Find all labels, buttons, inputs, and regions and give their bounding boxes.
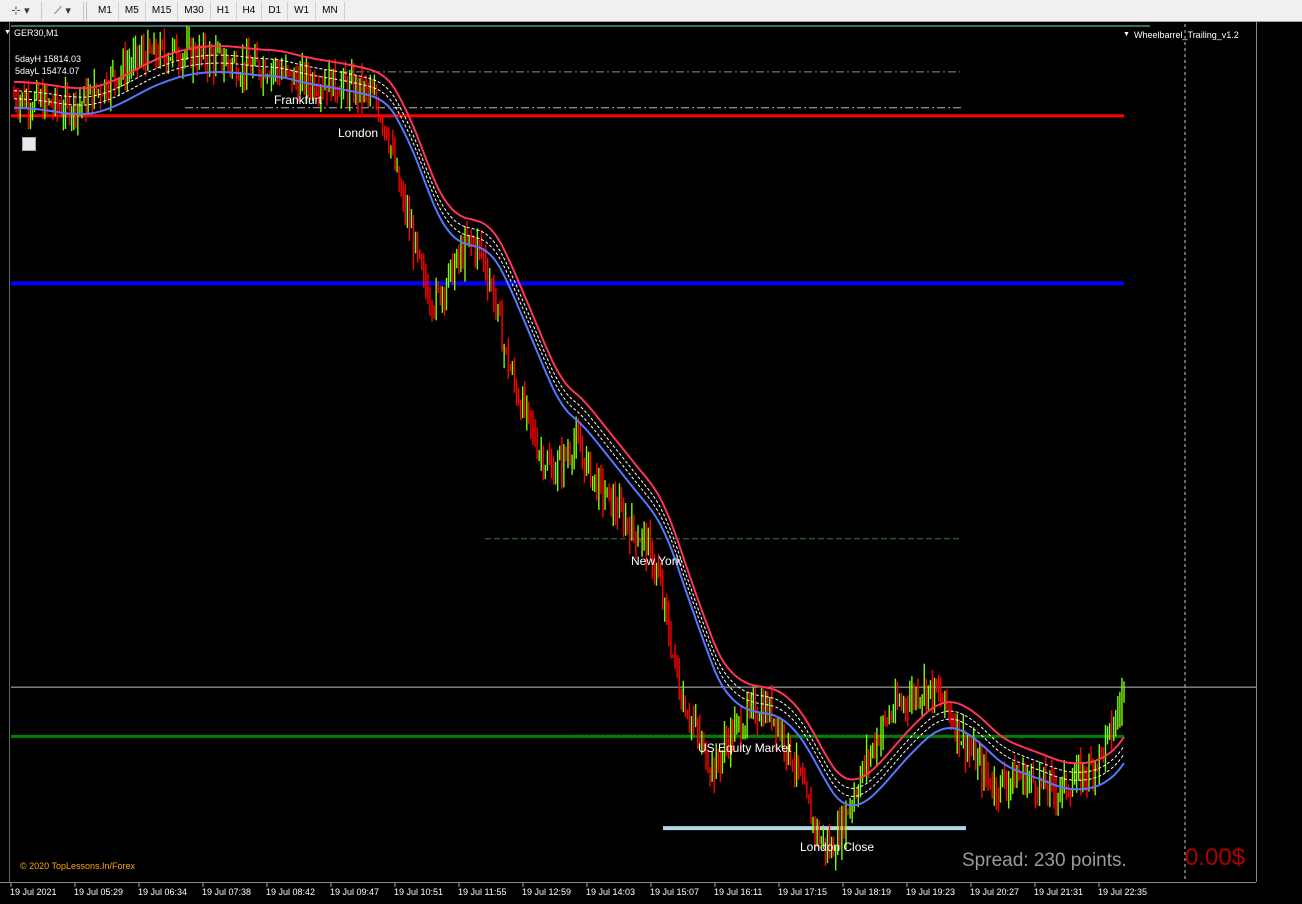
session-label-us-equity: US Equity Market xyxy=(698,741,792,755)
session-label-london-close: London Close xyxy=(800,840,875,854)
timeframe-button-d1[interactable]: D1 xyxy=(262,1,289,20)
price-bars xyxy=(13,25,1125,871)
timeframe-button-h4[interactable]: H4 xyxy=(237,1,263,20)
chart-left-edge xyxy=(0,22,10,882)
mid-band-upper-line xyxy=(13,54,1125,789)
expert-menu-icon[interactable]: ▼ xyxy=(1123,31,1130,38)
timeframe-button-m1[interactable]: M1 xyxy=(92,1,119,20)
mid-band-lower-line xyxy=(13,62,1125,797)
price-chart-svg[interactable]: 15455.7015439.2015422.2015405.7015388.70… xyxy=(0,22,1302,904)
crosshair-icon[interactable]: ⊹ ▾ xyxy=(0,1,42,20)
session-label-london: London xyxy=(338,126,379,140)
timeframe-button-h1[interactable]: H1 xyxy=(211,1,237,20)
symbol-menu-icon[interactable]: ▼ xyxy=(4,29,11,36)
timeframe-button-m15[interactable]: M15 xyxy=(146,1,179,20)
indicator-toggle-button[interactable] xyxy=(22,137,36,151)
line-tool-icon[interactable]: ⟋ ▾ xyxy=(42,1,84,20)
profit-label: 0.00$ xyxy=(1185,844,1246,871)
time-axis[interactable] xyxy=(0,882,1256,904)
chart-symbol-title: GER30,M1 xyxy=(14,28,59,38)
session-label-frankfurt: Frankfurt xyxy=(274,93,323,107)
five-day-low-label: 5dayL 15474.07 xyxy=(15,66,80,76)
price-axis[interactable] xyxy=(1256,22,1302,882)
timeframe-button-m30[interactable]: M30 xyxy=(178,1,211,20)
expert-advisor-name: Wheelbarrel_Trailing_v1.2 xyxy=(1134,30,1239,40)
session-label-new-york: New York xyxy=(631,554,682,568)
chart-toolbar: ⊹ ▾ ⟋ ▾ M1 M5 M15 M30 H1 H4 D1 W1 MN xyxy=(0,0,1302,22)
timeframe-group: M1 M5 M15 M30 H1 H4 D1 W1 MN xyxy=(92,1,345,21)
timeframe-button-mn[interactable]: MN xyxy=(316,1,345,20)
lower-band-line xyxy=(14,71,1125,807)
spread-label: Spread: 230 points. xyxy=(962,850,1127,871)
five-day-high-label: 5dayH 15814.03 xyxy=(15,54,82,64)
timeframe-button-w1[interactable]: W1 xyxy=(288,1,317,20)
timeframe-button-m5[interactable]: M5 xyxy=(119,1,146,20)
copyright-label: © 2020 TopLessons.In/Forex xyxy=(20,861,136,871)
chart-area[interactable]: 15455.7015439.2015422.2015405.7015388.70… xyxy=(0,22,1302,904)
